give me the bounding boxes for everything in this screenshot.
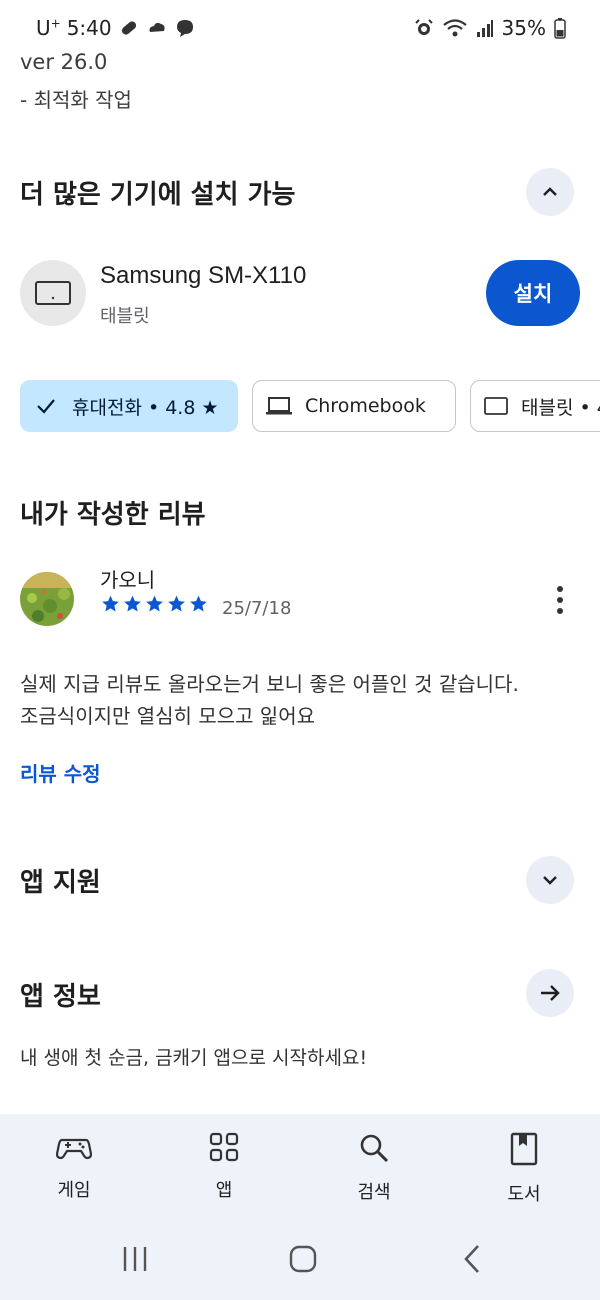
star-icon bbox=[102, 595, 119, 612]
nav-label-games: 게임 bbox=[57, 1180, 91, 1201]
expand-app-support-button[interactable] bbox=[526, 856, 574, 904]
collapse-devices-button[interactable] bbox=[526, 168, 574, 216]
nav-label-books: 도서 bbox=[507, 1184, 541, 1205]
alarm-icon bbox=[414, 19, 433, 35]
nav-item-apps[interactable]: 앱 bbox=[164, 1132, 284, 1202]
more-vert-dot bbox=[557, 597, 563, 603]
apps-grid-icon bbox=[209, 1132, 239, 1162]
avatar bbox=[20, 572, 74, 626]
review-text-line: 조금식이지만 열심히 모으고 잁어요 bbox=[20, 704, 316, 728]
more-vert-dot bbox=[557, 608, 563, 614]
avatar-image bbox=[20, 572, 74, 626]
nav-item-books[interactable]: 도서 bbox=[464, 1132, 584, 1206]
star-icon bbox=[190, 595, 207, 612]
chip-phone[interactable]: 휴대전화 • 4.8 ★ bbox=[20, 380, 238, 432]
chevron-down-icon bbox=[543, 876, 557, 885]
chip-tablet-label: 태블릿 • 4 bbox=[521, 396, 600, 419]
check-icon bbox=[37, 399, 55, 414]
reviewer-name: 가오니 bbox=[100, 568, 156, 592]
more-vert-dot bbox=[557, 586, 563, 592]
recent-apps-icon[interactable] bbox=[120, 1244, 150, 1274]
wifi-icon bbox=[442, 19, 467, 37]
chip-tablet[interactable]: 태블릿 • 4 bbox=[470, 380, 600, 432]
battery-icon bbox=[554, 18, 566, 39]
chip-phone-label: 휴대전화 • 4.8 ★ bbox=[72, 396, 219, 419]
app-info-description: 내 생애 첫 순금, 금캐기 앱으로 시작하세요! bbox=[20, 1047, 368, 1069]
pill-icon bbox=[121, 21, 136, 35]
review-text-line: 실제 지급 리뷰도 올라오는거 보니 좋은 어플인 것 같습니다. bbox=[20, 672, 519, 696]
version-text: ver 26.0 bbox=[20, 50, 108, 74]
carrier-label: U+ bbox=[36, 16, 61, 40]
chat-bubble-icon bbox=[176, 20, 193, 37]
star-icon bbox=[124, 595, 141, 612]
status-bar: U+ 5:40 35% bbox=[0, 0, 600, 50]
device-type: 태블릿 bbox=[100, 306, 150, 327]
review-date: 25/7/18 bbox=[222, 598, 292, 619]
device-row: Samsung SM-X110 태블릿 설치 bbox=[20, 258, 580, 328]
back-icon[interactable] bbox=[460, 1244, 484, 1274]
cloud-icon bbox=[149, 22, 165, 32]
review-more-options-button[interactable] bbox=[546, 582, 574, 618]
device-icon-wrap bbox=[20, 260, 86, 326]
clock: 5:40 bbox=[66, 16, 112, 40]
app-info-title: 앱 정보 bbox=[20, 982, 101, 1012]
chevron-up-icon bbox=[543, 187, 557, 196]
battery-percent: 35% bbox=[501, 16, 546, 40]
arrow-right-icon bbox=[541, 985, 560, 1001]
home-icon[interactable] bbox=[288, 1244, 318, 1274]
star-icon bbox=[168, 595, 185, 612]
edit-review-link[interactable]: 리뷰 수정 bbox=[20, 758, 101, 787]
system-navigation-bar bbox=[0, 1228, 600, 1288]
book-icon bbox=[510, 1132, 538, 1166]
app-info-arrow-button[interactable] bbox=[526, 969, 574, 1017]
search-icon bbox=[360, 1134, 389, 1163]
star-rating bbox=[100, 594, 209, 614]
my-review-title: 내가 작성한 리뷰 bbox=[20, 500, 206, 530]
status-left: U+ 5:40 bbox=[36, 16, 196, 40]
install-button[interactable]: 설치 bbox=[486, 260, 580, 326]
tablet-icon bbox=[484, 397, 508, 415]
changelog-text: - 최적화 작업 bbox=[20, 88, 132, 112]
app-support-title: 앱 지원 bbox=[20, 868, 101, 898]
gamepad-icon bbox=[56, 1138, 92, 1160]
review-text: 실제 지급 리뷰도 올라오는거 보니 좋은 어플인 것 같습니다. 조금식이지만… bbox=[20, 668, 580, 732]
signal-icon bbox=[476, 20, 493, 37]
nav-item-search[interactable]: 검색 bbox=[314, 1132, 434, 1204]
nav-label-apps: 앱 bbox=[215, 1180, 233, 1201]
nav-item-games[interactable]: 게임 bbox=[14, 1132, 134, 1202]
devices-section-title: 더 많은 기기에 설치 가능 bbox=[20, 180, 296, 210]
nav-label-search: 검색 bbox=[357, 1182, 391, 1203]
chip-chromebook-label: Chromebook bbox=[305, 395, 426, 417]
device-name: Samsung SM-X110 bbox=[100, 262, 307, 289]
tablet-icon bbox=[35, 281, 71, 305]
chip-chromebook[interactable]: Chromebook bbox=[252, 380, 456, 432]
device-chip-row: 휴대전화 • 4.8 ★ Chromebook 태블릿 • 4 bbox=[20, 380, 600, 432]
star-icon bbox=[146, 595, 163, 612]
laptop-icon bbox=[266, 397, 292, 415]
status-right: 35% bbox=[414, 16, 566, 40]
